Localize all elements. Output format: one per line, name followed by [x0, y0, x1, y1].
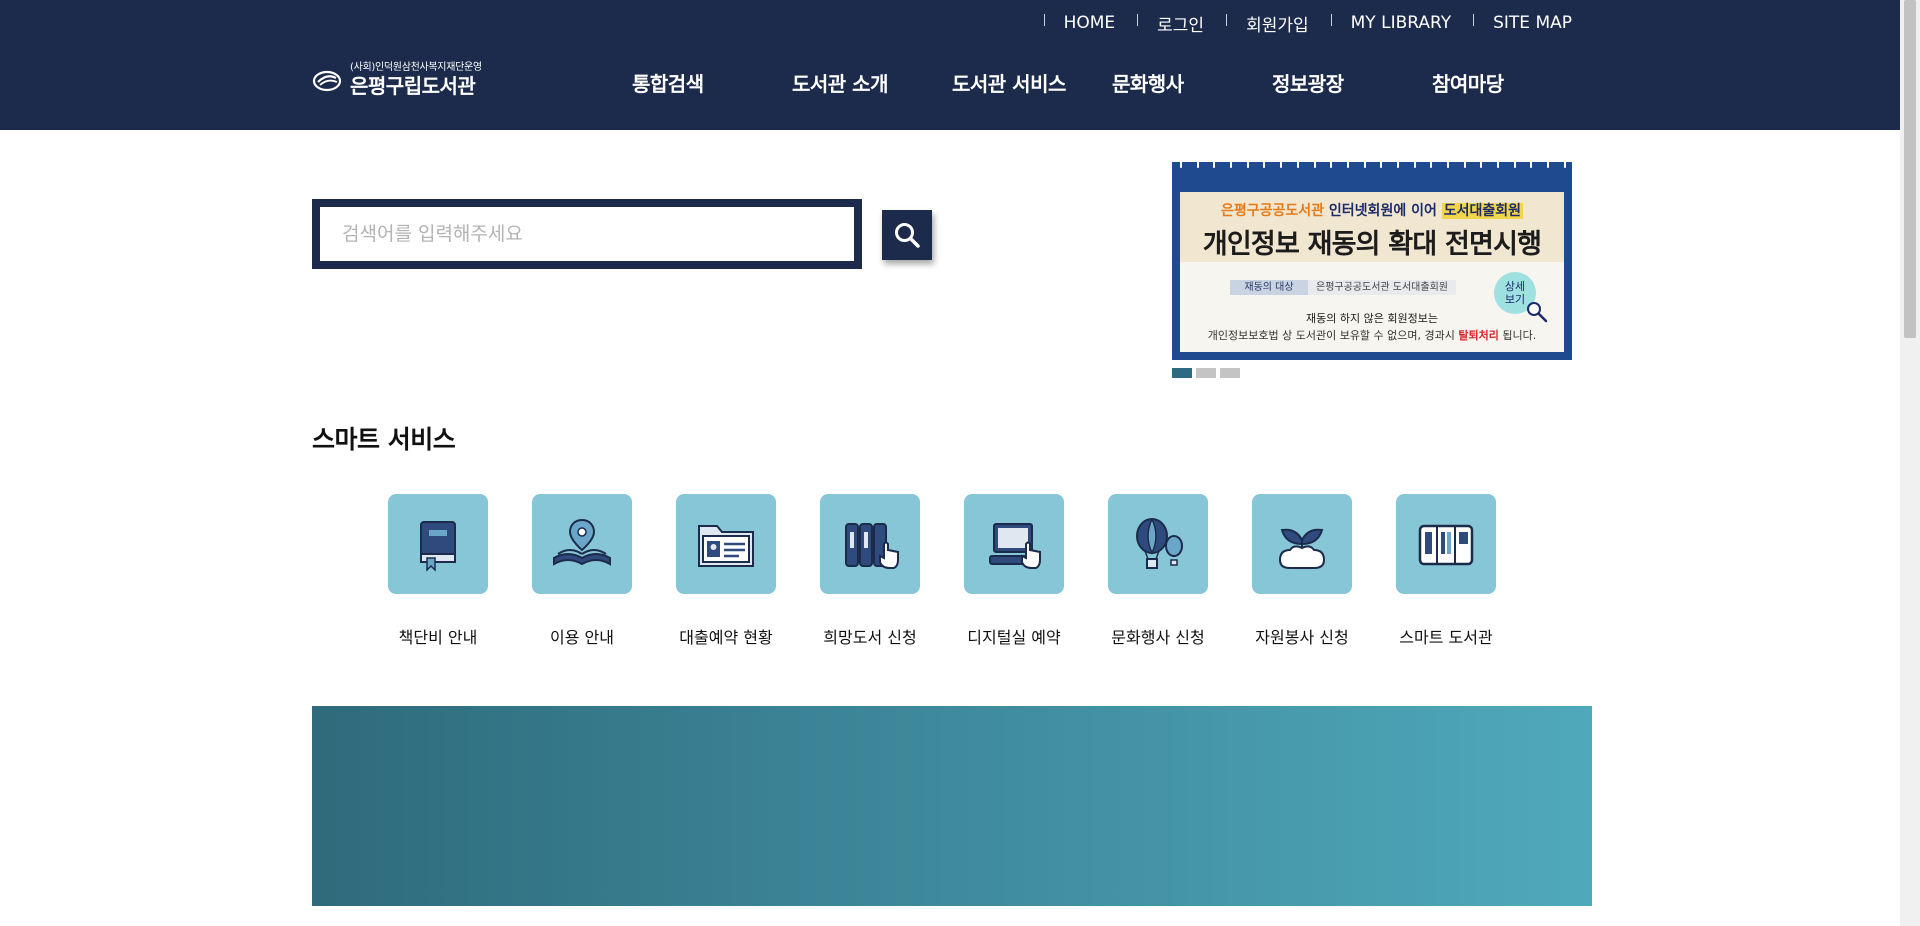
nav-information-plaza[interactable]: 정보광장 — [1272, 68, 1344, 97]
service-chaekdanbi[interactable]: 책단비 안내 — [388, 494, 488, 648]
smart-service-title: 스마트 서비스 — [312, 425, 456, 454]
util-link-login[interactable]: 로그인 — [1137, 10, 1204, 36]
main-nav: 통합검색 도서관 소개 도서관 서비스 문화행사 정보광장 참여마당 — [0, 68, 1900, 98]
book-icon — [420, 521, 456, 572]
page-scrollbar[interactable] — [1900, 0, 1920, 926]
banner-subheading: 은평구공공도서관 인터넷회원에 이어 도서대출회원 — [1221, 203, 1523, 219]
scrollbar-thumb[interactable] — [1904, 0, 1916, 338]
books-hand-icon — [845, 523, 899, 569]
search-icon — [895, 223, 920, 248]
nav-participation[interactable]: 참여마당 — [1432, 68, 1504, 97]
banner-title: 개인정보 재동의 확대 전면시행 — [1202, 229, 1542, 260]
banner-binding-rings — [1180, 156, 1566, 170]
notice-banner[interactable]: 은평구공공도서관 인터넷회원에 이어 도서대출회원 개인정보 재동의 확대 전면… — [1172, 162, 1572, 360]
util-link-site-map[interactable]: SITE MAP — [1473, 10, 1572, 36]
folder-card-icon — [698, 525, 754, 567]
open-book-pin-icon — [553, 518, 611, 566]
sprout-hands-icon — [1278, 528, 1326, 569]
gradient-content-panel — [312, 706, 1592, 906]
util-link-join[interactable]: 회원가입 — [1226, 10, 1309, 36]
nav-library-services[interactable]: 도서관 서비스 — [952, 68, 1066, 97]
balloon-icon — [1136, 518, 1183, 569]
service-volunteer[interactable]: 자원봉사 신청 — [1252, 494, 1352, 648]
nav-library-intro[interactable]: 도서관 소개 — [792, 68, 888, 97]
search-box — [312, 199, 862, 269]
service-loan-reservation[interactable]: 대출예약 현황 — [676, 494, 776, 648]
site-header: HOME 로그인 회원가입 MY LIBRARY SITE MAP (사회)인덕… — [0, 0, 1900, 130]
nav-integrated-search[interactable]: 통합검색 — [632, 68, 704, 97]
util-link-home[interactable]: HOME — [1043, 10, 1115, 36]
service-book-request[interactable]: 희망도서 신청 — [820, 494, 920, 648]
utility-nav: HOME 로그인 회원가입 MY LIBRARY SITE MAP — [1022, 10, 1572, 36]
kiosk-icon — [1418, 524, 1474, 566]
search-input[interactable] — [320, 207, 854, 261]
service-cultural-event[interactable]: 문화행사 신청 — [1108, 494, 1208, 648]
banner-target-table: 재동의 대상 은평구공공도서관 도서대출회원 — [1230, 280, 1456, 295]
computer-icon — [989, 523, 1041, 569]
service-digital-room[interactable]: 디지털실 예약 — [964, 494, 1064, 648]
service-usage-guide[interactable]: 이용 안내 — [532, 494, 632, 648]
slide-dot-3[interactable] — [1220, 368, 1240, 378]
nav-cultural-events[interactable]: 문화행사 — [1112, 68, 1184, 97]
magnifier-icon — [1527, 302, 1548, 323]
util-link-my-library[interactable]: MY LIBRARY — [1330, 10, 1451, 36]
banner-pagination — [1172, 368, 1244, 378]
service-smart-library[interactable]: 스마트 도서관 — [1396, 494, 1496, 648]
banner-text-2: 개인정보보호법 상 도서관이 보유할 수 없으며, 경과시 탈퇴처리 됩니다. — [1207, 329, 1537, 342]
slide-dot-1[interactable] — [1172, 368, 1192, 378]
search-button[interactable] — [882, 210, 932, 260]
slide-dot-2[interactable] — [1196, 368, 1216, 378]
